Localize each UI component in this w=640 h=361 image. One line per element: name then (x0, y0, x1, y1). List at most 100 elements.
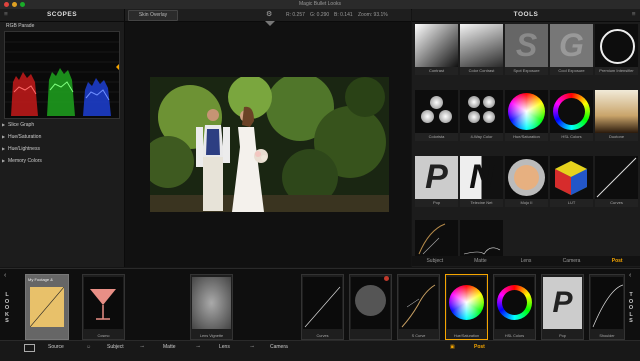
tool-hsl-colors[interactable]: HSL Colors (550, 90, 593, 141)
scope-item-label: Slice Graph (8, 122, 35, 128)
tab-post[interactable]: Post (594, 256, 640, 266)
chain-lens[interactable]: Lens (219, 344, 230, 350)
tool-4-way-color[interactable]: 4-Way Color (460, 90, 503, 141)
tool-color-contrast[interactable]: Color Contrast (460, 24, 503, 75)
tool-label: Colorista (415, 133, 458, 141)
chain-post[interactable]: Post (474, 344, 485, 350)
tab-camera[interactable]: Camera (549, 256, 595, 266)
tool-lut[interactable]: LUT (550, 156, 593, 207)
expand-arrow-icon: ▶ (2, 146, 6, 151)
tool-label: HSL Colors (550, 133, 593, 141)
scope-item-label: Hue/Lightness (8, 146, 40, 152)
s-curve-thumb (399, 277, 438, 329)
tool-telecine-net[interactable]: N Telecine Net (460, 156, 503, 207)
tool-cool-exposure[interactable]: G Cool Exposure (550, 24, 593, 75)
pipeline-bar (0, 340, 640, 361)
scope-item-memory-colors[interactable]: ▶ Memory Colors (0, 155, 124, 167)
telecine-net-icon: N (460, 156, 503, 199)
chain-matte[interactable]: Matte (163, 344, 176, 350)
post-icon: ▣ (450, 344, 455, 350)
readout-b: B: 0.141 (334, 12, 353, 18)
mojo-ii-icon (505, 156, 548, 199)
chain-card-hue-saturation[interactable]: Hue/Saturation (445, 274, 488, 340)
chevron-left-icon[interactable]: ‹ (4, 272, 6, 279)
scope-item-hue-saturation[interactable]: ▶ Hue/Saturation (0, 131, 124, 143)
tool-duotone[interactable]: Duotone (595, 90, 638, 141)
contrast-thumb (415, 24, 458, 67)
tool-label: Cool Exposure (550, 67, 593, 75)
tools-letter: S (629, 318, 633, 324)
chain-camera[interactable]: Camera (270, 344, 288, 350)
tool-label: Pop (415, 199, 458, 207)
looks-side-label[interactable]: L O O K S (4, 292, 10, 325)
tool-partial-1[interactable] (415, 220, 458, 256)
curves-thumb (303, 277, 342, 329)
source-icon (24, 344, 35, 352)
duotone-icon (595, 90, 638, 133)
hsl-colors-icon (550, 90, 593, 133)
tools-side-label[interactable]: T O O L S (628, 292, 634, 325)
chain-card-pop[interactable]: P Pop (541, 274, 584, 340)
scope-item-slice-graph[interactable]: ▶ Slice Graph (0, 119, 124, 131)
rgb-parade-graph (5, 41, 119, 116)
tab-lens[interactable]: Lens (503, 256, 549, 266)
scopes-title: SCOPES (46, 11, 78, 18)
scope-item-label: Hue/Saturation (8, 134, 42, 140)
card-label: S Curve (411, 334, 426, 338)
scope-list: ▶ Slice Graph ▶ Hue/Saturation ▶ Hue/Lightn… (0, 119, 124, 167)
card-label: Lens Vignette (199, 334, 224, 338)
chevron-right-icon[interactable]: ‹ (629, 272, 631, 279)
tool-pop[interactable]: P Pop (415, 156, 458, 207)
looks-letter: O (4, 305, 10, 311)
tool-curves[interactable]: Curves (595, 156, 638, 207)
tab-matte[interactable]: Matte (458, 256, 504, 266)
chain-card-hsl-colors[interactable]: HSL Colors (493, 274, 536, 340)
card-label: Cosmo (97, 334, 110, 338)
pop-icon: P (415, 156, 458, 199)
curves-icon (595, 156, 638, 199)
chain-card-shoulder[interactable]: Shoulder (589, 274, 625, 340)
skin-overlay-button[interactable]: Skin Overlay (128, 10, 178, 21)
look-card-lens-vignette[interactable]: Lens Vignette (190, 274, 233, 340)
chain-card-vignette[interactable] (349, 274, 392, 340)
tool-label: LUT (550, 199, 593, 207)
green-channel (47, 68, 75, 116)
tab-subject[interactable]: Subject (412, 256, 458, 266)
look-card-cosmo[interactable]: Cosmo (82, 274, 125, 340)
chain-subject[interactable]: Subject (107, 344, 124, 350)
tool-spot-exposure[interactable]: S Spot Exposure (505, 24, 548, 75)
tool-partial-2[interactable] (460, 220, 503, 256)
tool-label: 4-Way Color (460, 133, 503, 141)
viewer-collapse-arrow-icon[interactable] (265, 21, 275, 27)
menu-icon[interactable]: ≡ (632, 9, 636, 21)
pop-thumb: P (543, 277, 582, 329)
red-channel (11, 72, 38, 116)
tool-label: Premium Intensifier (595, 67, 638, 75)
rgb-parade-label[interactable]: RGB Parade (6, 23, 34, 29)
tool-mojo-ii[interactable]: Mojo II (505, 156, 548, 207)
current-look-label: My Footage & (28, 277, 53, 282)
scope-item-hue-lightness[interactable]: ▶ Hue/Lightness (0, 143, 124, 155)
card-label: Pop (559, 334, 566, 338)
tool-category-tabs: Subject Matte Lens Camera Post (412, 256, 640, 266)
tool-hue-saturation[interactable]: Hue/Saturation (505, 90, 548, 141)
vignette-thumb (351, 277, 390, 329)
cocktail-icon (84, 277, 123, 329)
hue-saturation-thumb (447, 277, 486, 329)
chain-card-s-curve[interactable]: S Curve (397, 274, 440, 340)
menu-icon[interactable]: ≡ (4, 9, 8, 21)
tool-premium-intensifier[interactable]: Premium Intensifier (595, 24, 638, 75)
tool-label: Duotone (595, 133, 638, 141)
level-marker-icon[interactable] (116, 64, 119, 70)
expand-arrow-icon: ▶ (2, 134, 6, 139)
current-look-card[interactable]: My Footage & (25, 274, 69, 340)
tool-colorista[interactable]: Colorista (415, 90, 458, 141)
chain-card-curves[interactable]: Curves (301, 274, 344, 340)
chain-source[interactable]: Source (48, 344, 64, 350)
four-way-color-icon (460, 90, 503, 133)
tool-contrast[interactable]: Contrast (415, 24, 458, 75)
curve-thumb (415, 220, 458, 256)
disable-dot-icon[interactable] (384, 276, 389, 281)
tools-header: TOOLS ≡ (412, 9, 640, 22)
gear-icon[interactable]: ⚙ (266, 10, 272, 18)
